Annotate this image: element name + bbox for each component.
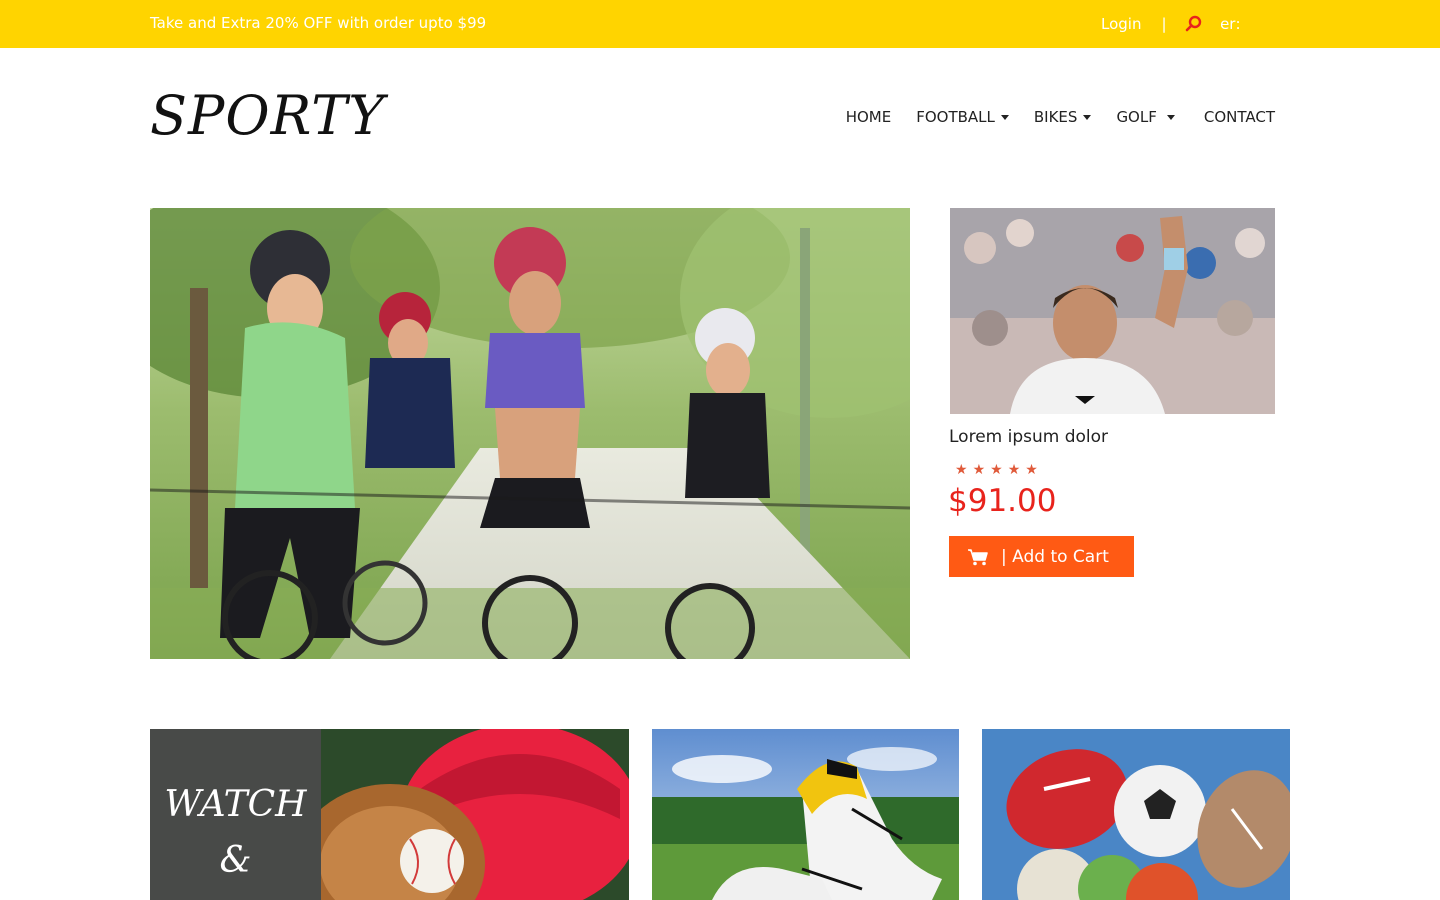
add-to-cart-label: | Add to Cart (1001, 546, 1109, 567)
promo-bar: Take and Extra 20% OFF with order upto $… (0, 0, 1440, 48)
hero-banner-image[interactable] (150, 208, 910, 659)
star-icon: ★ (1007, 461, 1021, 477)
football-boots-tile[interactable] (652, 729, 959, 900)
nav-label: CONTACT (1203, 108, 1275, 126)
caret-down-icon (1083, 114, 1092, 120)
nav-bikes[interactable]: BIKES (1034, 108, 1092, 126)
nav-home[interactable]: HOME (846, 108, 892, 126)
star-icon: ★ (955, 461, 968, 477)
login-link[interactable]: Login (1101, 15, 1141, 33)
watch-text: WATCH (164, 784, 307, 825)
watch-play-promo-tile[interactable]: WATCH & PLAY (150, 729, 629, 900)
star-icon: ★ (990, 461, 1003, 477)
divider: | (1161, 15, 1167, 33)
main-nav: HOME FOOTBALL BIKES GOLF CONTACT (846, 108, 1275, 126)
nav-label: BIKES (1033, 108, 1078, 126)
play-text: PLAY (150, 889, 321, 900)
star-icon: ★ (1025, 461, 1038, 477)
product-image[interactable] (950, 208, 1275, 414)
star-icon: ★ (972, 461, 986, 477)
caret-down-icon (1000, 114, 1009, 120)
watch-play-panel: WATCH & PLAY (150, 729, 321, 900)
add-to-cart-button[interactable]: | Add to Cart (949, 536, 1134, 577)
product-price: $91.00 (948, 483, 1057, 519)
nav-label: GOLF (1116, 108, 1157, 126)
product-title[interactable]: Lorem ipsum dolor (949, 427, 1108, 447)
promo-text: Take and Extra 20% OFF with order upto $… (150, 14, 487, 32)
star-rating: ★ ★ ★ ★ ★ (955, 461, 1038, 478)
caret-down-icon (1166, 114, 1175, 120)
register-link[interactable]: :er (1219, 15, 1240, 33)
nav-label: FOOTBALL (916, 108, 995, 126)
ampersand-text: & (219, 840, 252, 881)
site-logo[interactable]: SPORTY (150, 84, 385, 147)
account-links: Login | :er (1101, 14, 1241, 34)
search-icon[interactable] (1185, 15, 1203, 33)
nav-contact[interactable]: CONTACT (1204, 108, 1275, 126)
nav-football[interactable]: FOOTBALL (916, 108, 1009, 126)
nav-golf[interactable]: GOLF (1116, 108, 1175, 126)
sports-balls-tile[interactable] (982, 729, 1290, 900)
nav-label: HOME (845, 108, 892, 126)
cart-icon (967, 548, 989, 566)
